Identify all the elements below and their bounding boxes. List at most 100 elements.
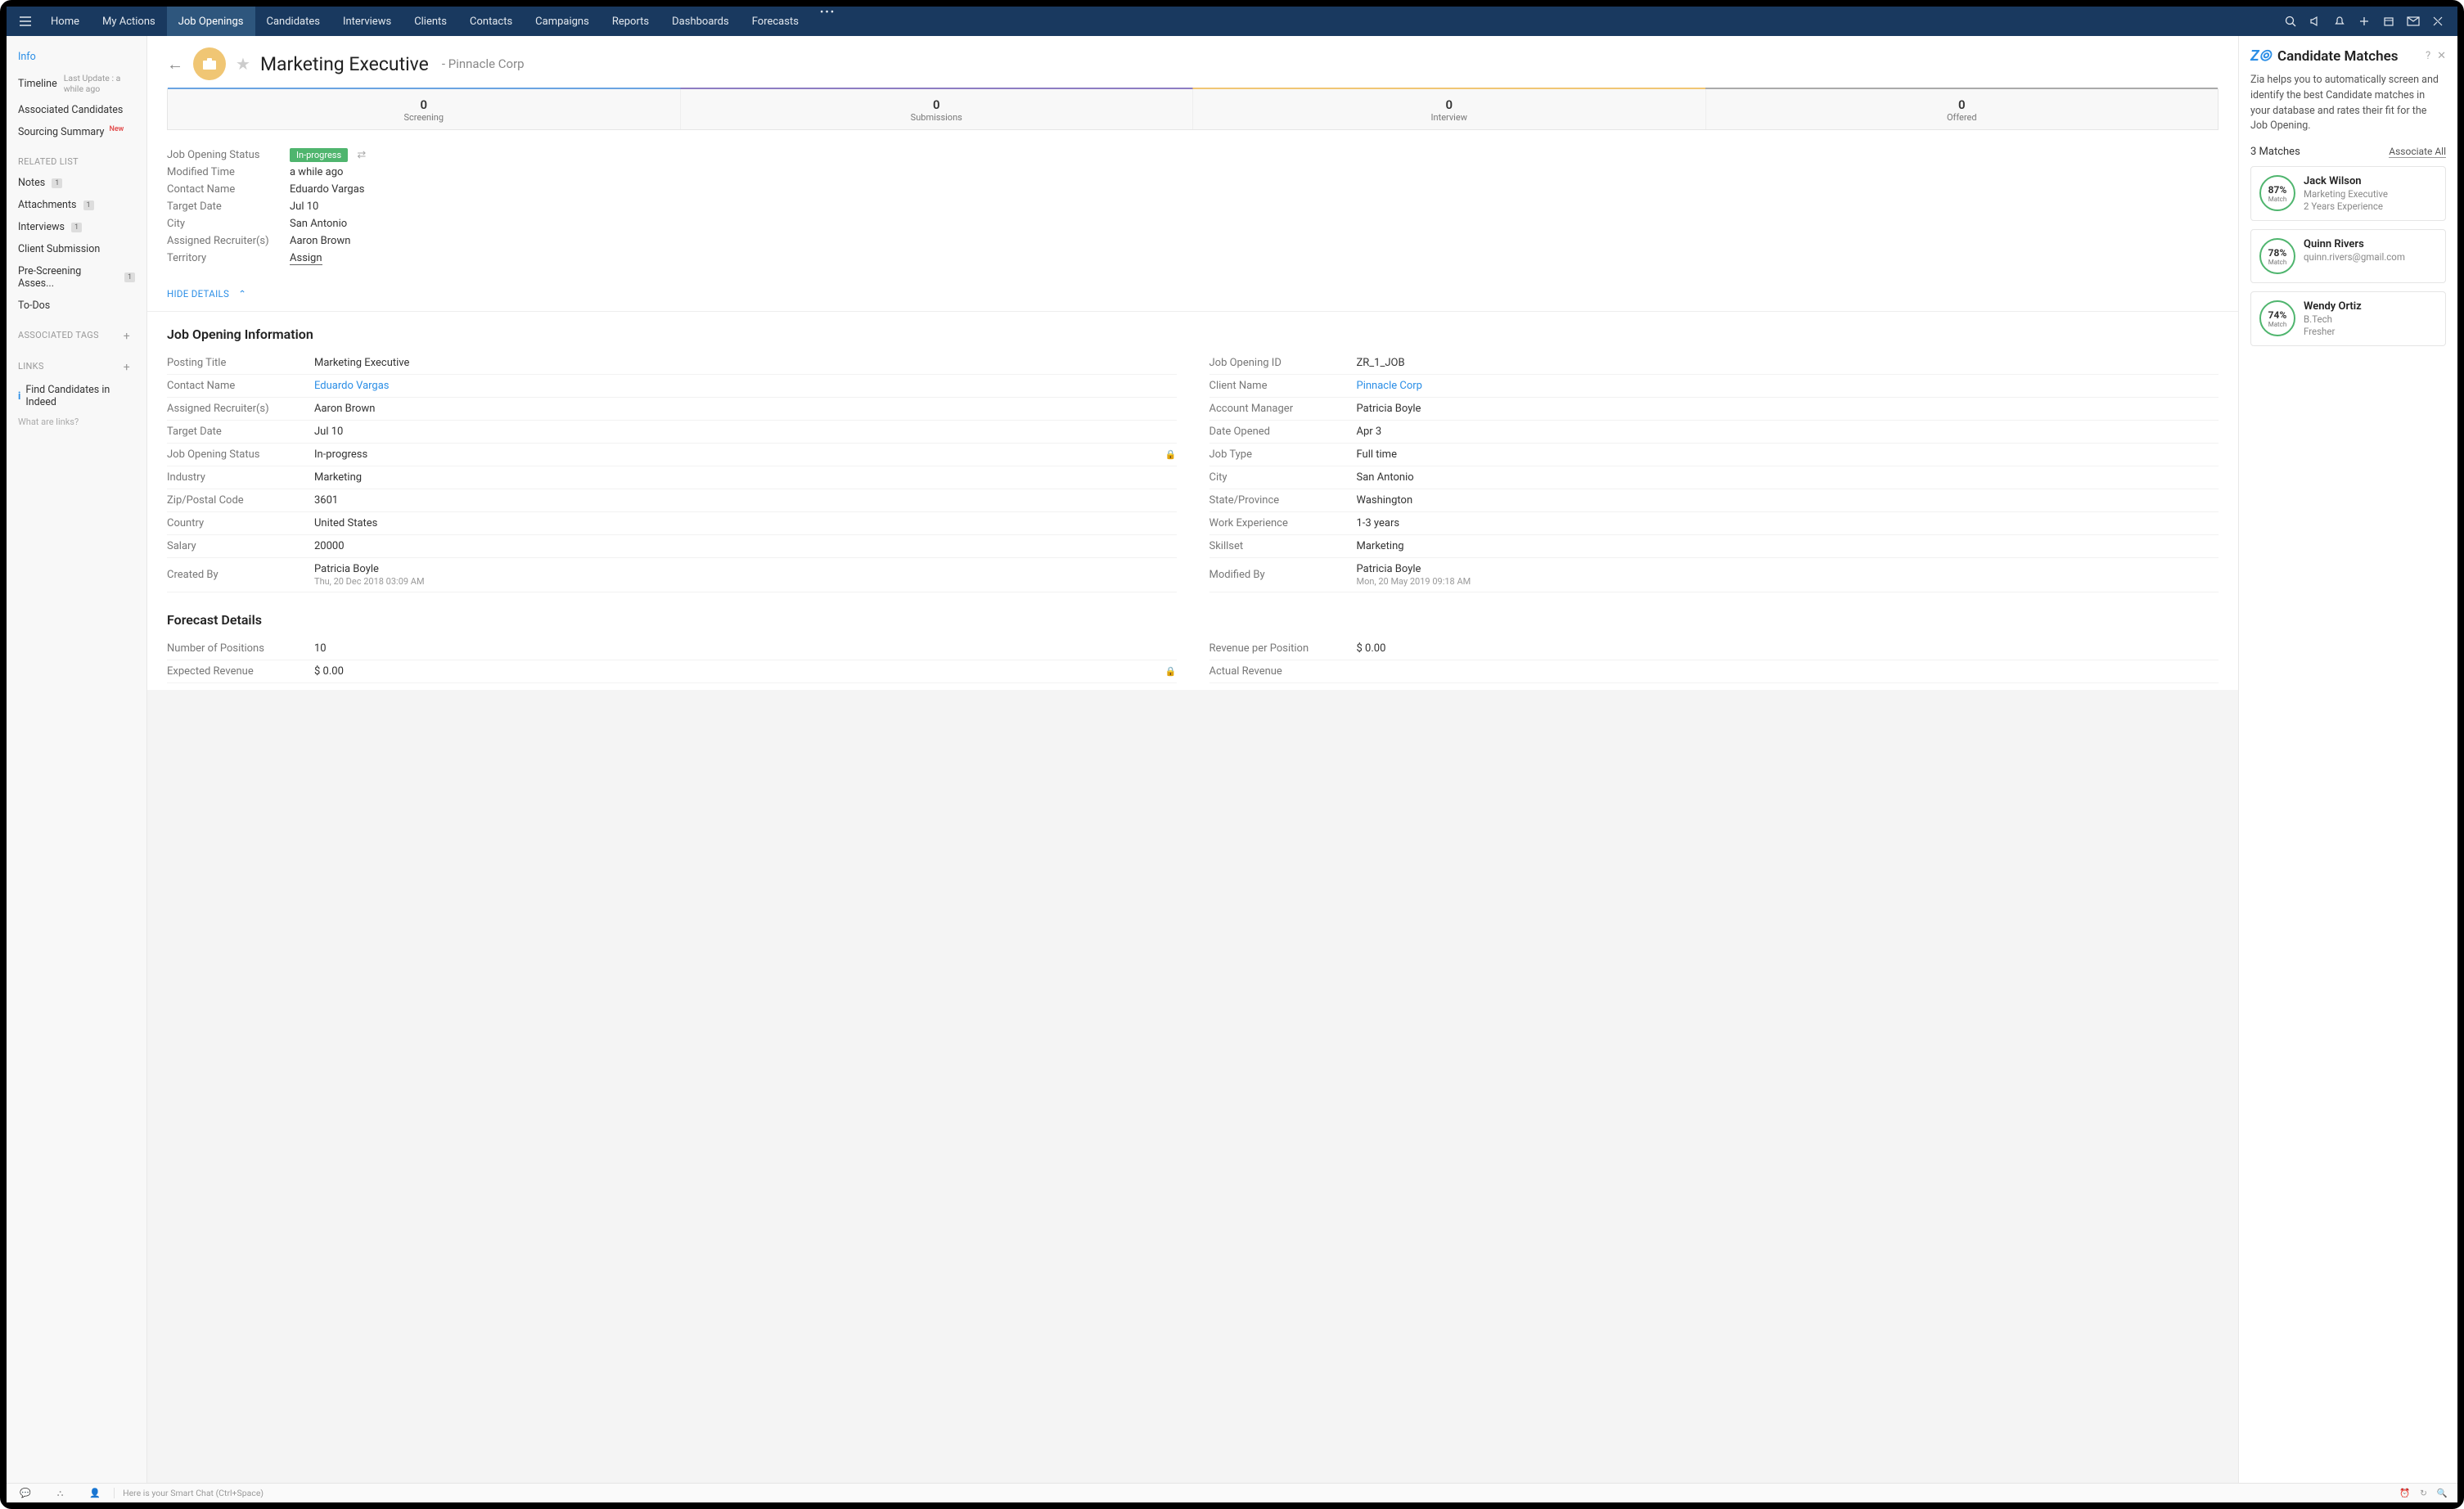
- notes-count-badge: 1: [52, 178, 62, 188]
- sidebar-info[interactable]: Info: [7, 46, 146, 68]
- bottom-chat-icon[interactable]: 💬: [7, 1488, 44, 1498]
- info-value[interactable]: Pinnacle Corp: [1357, 380, 2219, 392]
- sidebar-notes-label: Notes: [18, 177, 45, 189]
- info-value: Jul 10: [314, 426, 1177, 438]
- nav-clients[interactable]: Clients: [403, 7, 458, 36]
- stage-offered[interactable]: 0Offered: [1706, 89, 2219, 129]
- match-name: Wendy Ortiz: [2304, 300, 2362, 313]
- nav-campaigns[interactable]: Campaigns: [524, 7, 601, 36]
- sidebar-interviews[interactable]: Interviews 1: [7, 216, 146, 238]
- match-card[interactable]: 78%MatchQuinn Riversquinn.rivers@gmail.c…: [2250, 229, 2446, 283]
- zoom-icon[interactable]: 🔍: [2437, 1488, 2448, 1498]
- menu-icon[interactable]: [11, 16, 39, 26]
- help-icon[interactable]: ?: [2426, 50, 2430, 62]
- stage-label: Interview: [1193, 112, 1705, 123]
- lock-icon: 🔒: [1165, 666, 1177, 677]
- top-right-icons: [2284, 15, 2453, 28]
- info-row: Expected Revenue$ 0.00🔒: [167, 660, 1177, 683]
- info-value: 3601: [314, 494, 1177, 507]
- info-value: Patricia Boyle: [1357, 403, 2219, 415]
- right-panel-title: Candidate Matches: [2277, 48, 2419, 65]
- summary-label: Target Date: [167, 200, 290, 213]
- nav-home[interactable]: Home: [39, 7, 91, 36]
- match-pct: 74%: [2268, 309, 2287, 321]
- sidebar-attachments[interactable]: Attachments 1: [7, 194, 146, 216]
- bottom-contacts-icon[interactable]: 👤: [76, 1488, 114, 1498]
- status-extra-icon[interactable]: ⇄: [357, 149, 366, 161]
- calendar-icon[interactable]: [2382, 15, 2395, 28]
- star-icon[interactable]: ★: [236, 54, 250, 74]
- nav-dashboards[interactable]: Dashboards: [660, 7, 741, 36]
- info-label: Job Opening Status: [167, 448, 314, 461]
- sidebar-sourcing-summary[interactable]: Sourcing Summary New: [7, 121, 146, 143]
- info-label: Target Date: [167, 426, 314, 438]
- alarm-icon[interactable]: ⏰: [2399, 1488, 2410, 1498]
- section-heading: Job Opening Information: [167, 327, 2219, 342]
- sidebar-find-indeed[interactable]: i Find Candidates in Indeed: [7, 379, 146, 413]
- info-value: San Antonio: [1357, 471, 2219, 484]
- plus-icon[interactable]: [2358, 15, 2371, 28]
- section-heading: Forecast Details: [167, 612, 2219, 628]
- sidebar-prescreening[interactable]: Pre-Screening Asses... 1: [7, 260, 146, 295]
- close-icon[interactable]: ✕: [2437, 50, 2446, 62]
- nav-contacts[interactable]: Contacts: [458, 7, 524, 36]
- back-arrow-icon[interactable]: ←: [167, 54, 183, 74]
- bell-icon[interactable]: [2333, 15, 2346, 28]
- info-label: Modified By: [1209, 569, 1357, 581]
- hide-details-toggle[interactable]: HIDE DETAILS ⌃: [147, 282, 2238, 312]
- mail-icon[interactable]: [2407, 15, 2420, 28]
- sidebar-client-submission[interactable]: Client Submission: [7, 238, 146, 260]
- sidebar-tags-label: ASSOCIATED TAGS: [18, 330, 99, 340]
- match-card[interactable]: 74%MatchWendy OrtizB.TechFresher: [2250, 291, 2446, 346]
- search-icon[interactable]: [2284, 15, 2297, 28]
- nav-reports[interactable]: Reports: [601, 7, 660, 36]
- associate-all-link[interactable]: Associate All: [2389, 146, 2446, 158]
- info-row: Work Experience1-3 years: [1209, 512, 2219, 535]
- sidebar-timeline[interactable]: Timeline Last Update : a while ago: [7, 68, 146, 99]
- sidebar-what-links[interactable]: What are links?: [7, 413, 146, 430]
- chevron-up-icon: ⌃: [238, 288, 246, 300]
- info-value[interactable]: Eduardo Vargas: [314, 380, 1177, 392]
- add-tag-icon[interactable]: +: [124, 330, 130, 343]
- tools-icon[interactable]: [2431, 15, 2444, 28]
- territory-assign-link[interactable]: Assign: [290, 252, 322, 265]
- stage-label: Offered: [1706, 112, 2219, 123]
- info-label: Job Type: [1209, 448, 1357, 461]
- match-card[interactable]: 87%MatchJack WilsonMarketing Executive2 …: [2250, 166, 2446, 221]
- info-row: Zip/Postal Code3601: [167, 489, 1177, 512]
- info-value: $ 0.00: [1357, 642, 2219, 655]
- stage-submissions[interactable]: 0Submissions: [681, 89, 1194, 129]
- nav-interviews[interactable]: Interviews: [331, 7, 403, 36]
- nav-forecasts[interactable]: Forecasts: [741, 7, 810, 36]
- interviews-count-badge: 1: [71, 223, 82, 232]
- record-subtitle-text: Pinnacle Corp: [448, 56, 525, 71]
- sidebar-notes[interactable]: Notes 1: [7, 172, 146, 194]
- stage-interview[interactable]: 0Interview: [1193, 89, 1706, 129]
- summary-fields: Job Opening StatusIn-progress ⇄ Modified…: [147, 142, 2238, 282]
- add-link-icon[interactable]: +: [124, 361, 130, 374]
- info-value: Full time: [1357, 448, 2219, 461]
- info-value: ZR_1_JOB: [1357, 357, 2219, 369]
- nav-more-icon[interactable]: •••: [810, 7, 845, 36]
- stage-label: Submissions: [681, 112, 1193, 123]
- smart-chat-hint[interactable]: Here is your Smart Chat (Ctrl+Space): [114, 1488, 272, 1498]
- record-header: ← ★ Marketing Executive - Pinnacle Corp: [147, 36, 2238, 88]
- info-label: Work Experience: [1209, 517, 1357, 529]
- nav-candidates[interactable]: Candidates: [255, 7, 331, 36]
- sidebar-find-indeed-label: Find Candidates in Indeed: [25, 384, 135, 408]
- summary-label: City: [167, 218, 290, 230]
- bottom-channels-icon[interactable]: ⛬: [44, 1488, 77, 1499]
- history-icon[interactable]: ↻: [2420, 1488, 2427, 1498]
- info-row: Created ByPatricia BoyleThu, 20 Dec 2018…: [167, 558, 1177, 592]
- nav-job-openings[interactable]: Job Openings: [167, 7, 255, 36]
- right-panel-desc: Zia helps you to automatically screen an…: [2239, 73, 2457, 146]
- nav-my-actions[interactable]: My Actions: [91, 7, 167, 36]
- summary-label: Job Opening Status: [167, 149, 290, 161]
- announce-icon[interactable]: [2309, 15, 2322, 28]
- info-row: Actual Revenue: [1209, 660, 2219, 683]
- sidebar-associated-candidates[interactable]: Associated Candidates: [7, 99, 146, 121]
- match-line: Fresher: [2304, 326, 2362, 337]
- info-row: CitySan Antonio: [1209, 466, 2219, 489]
- stage-screening[interactable]: 0Screening: [168, 89, 681, 129]
- sidebar-todos[interactable]: To-Dos: [7, 295, 146, 317]
